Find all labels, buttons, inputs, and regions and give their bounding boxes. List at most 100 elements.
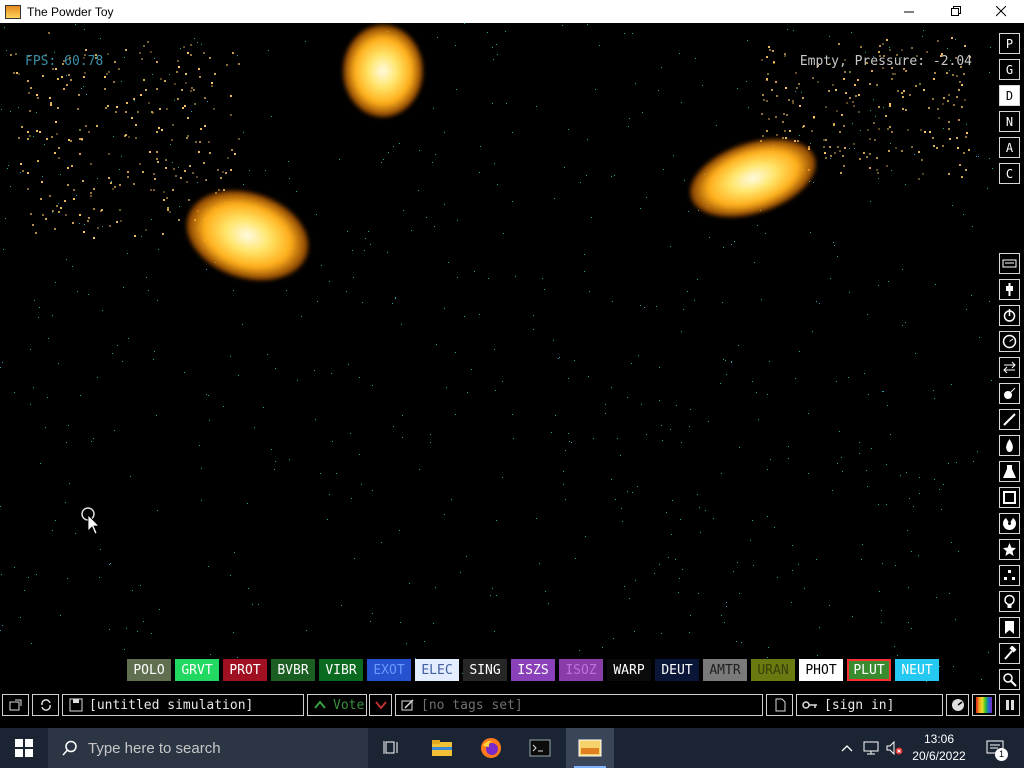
element-palette: POLO GRVT PROT BVBR VIBR EXOT ELEC SING ISZS ISOZ… (127, 659, 939, 683)
element-iszs-button[interactable]: ISZS (511, 659, 555, 681)
powder-toy-taskbar-button[interactable] (566, 728, 614, 768)
element-bvbr-button[interactable]: BVBR (271, 659, 315, 681)
rainbow-icon (976, 697, 992, 713)
pen-tool-button[interactable] (999, 409, 1020, 430)
close-icon (995, 6, 1006, 17)
bulb-tool-button[interactable] (999, 591, 1020, 612)
bottom-bar: [untitled simulation] Vote [no tags set]… (0, 690, 1024, 720)
new-document-icon (775, 698, 785, 712)
element-uran-button[interactable]: URAN (751, 659, 795, 681)
settings-button[interactable] (946, 694, 969, 716)
bookmark-tool-button[interactable] (999, 617, 1020, 638)
tags-text: [no tags set] (421, 697, 523, 713)
pressure-tool-button[interactable] (999, 331, 1020, 352)
hammer-icon (1004, 646, 1017, 660)
window-titlebar: The Powder Toy (0, 0, 1024, 23)
keyboard-tool-button[interactable] (999, 253, 1020, 274)
radiation-tool-button[interactable] (999, 513, 1020, 534)
square-tool-button[interactable] (999, 487, 1020, 508)
gauge-icon (951, 699, 964, 711)
dots-tool-button[interactable] (999, 565, 1020, 586)
brush-cursor-icon (81, 507, 98, 535)
pause-button[interactable] (999, 694, 1020, 716)
file-explorer-button[interactable] (418, 728, 466, 768)
drop-tool-button[interactable] (999, 435, 1020, 456)
hammer-tool-button[interactable] (999, 643, 1020, 664)
star-icon (1003, 543, 1016, 556)
power-icon (1003, 309, 1016, 322)
reload-button[interactable] (32, 694, 59, 716)
flask-tool-button[interactable] (999, 461, 1020, 482)
element-amtr-button[interactable]: AMTR (703, 659, 747, 681)
plug-tool-button[interactable] (999, 279, 1020, 300)
key-icon (802, 701, 817, 709)
element-exot-button[interactable]: EXOT (367, 659, 411, 681)
pressure-icon (1002, 334, 1017, 349)
notification-badge: 1 (995, 748, 1008, 761)
render-mode-p-button[interactable]: P (999, 33, 1020, 54)
save-simulation-button[interactable]: [untitled simulation] (62, 694, 304, 716)
render-mode-c-button[interactable]: C (999, 163, 1020, 184)
app-icon (5, 4, 21, 19)
render-mode-n-button[interactable]: N (999, 111, 1020, 132)
render-mode-g-button[interactable]: G (999, 59, 1020, 80)
element-elec-button[interactable]: ELEC (415, 659, 459, 681)
radiation-icon (1003, 516, 1016, 530)
square-icon (1003, 491, 1016, 504)
element-neut-button[interactable]: NEUT (895, 659, 939, 681)
notifications-button[interactable]: 1 (980, 728, 1010, 768)
tags-button[interactable]: [no tags set] (395, 694, 763, 716)
save-name: [untitled simulation] (89, 697, 254, 713)
element-grvt-button[interactable]: GRVT (175, 659, 219, 681)
element-sing-button[interactable]: SING (463, 659, 507, 681)
color-display-button[interactable] (972, 694, 996, 716)
magnifier-tool-button[interactable] (999, 669, 1020, 690)
reload-icon (40, 699, 51, 711)
tag-icon (401, 699, 414, 711)
element-vibr-button[interactable]: VIBR (319, 659, 363, 681)
vote-down-button[interactable] (369, 694, 392, 716)
task-view-button[interactable] (368, 728, 416, 768)
firefox-button[interactable] (467, 728, 515, 768)
element-isoz-button[interactable]: ISOZ (559, 659, 603, 681)
folder-icon (432, 740, 452, 756)
element-phot-button[interactable]: PHOT (799, 659, 843, 681)
arrows-tool-button[interactable] (999, 357, 1020, 378)
taskbar-search[interactable]: Type here to search (48, 728, 368, 768)
drop-icon (1006, 439, 1013, 452)
minimize-button[interactable] (886, 0, 932, 23)
start-button[interactable] (0, 728, 48, 768)
bulb-icon (1004, 594, 1015, 608)
render-mode-d-button[interactable]: D (999, 85, 1020, 106)
element-plut-button[interactable]: PLUT (847, 659, 891, 681)
star-tool-button[interactable] (999, 539, 1020, 560)
render-mode-a-button[interactable]: A (999, 137, 1020, 158)
open-save-button[interactable] (2, 694, 29, 716)
element-prot-button[interactable]: PROT (223, 659, 267, 681)
explosive-tool-button[interactable] (999, 383, 1020, 404)
window-title: The Powder Toy (27, 4, 114, 19)
pen-icon (1003, 413, 1016, 426)
simulation-canvas[interactable]: FPS: 60.78 Empty, Pressure: -2.04 (0, 23, 998, 687)
network-button[interactable] (860, 728, 882, 768)
element-warp-button[interactable]: WARP (607, 659, 651, 681)
maximize-button[interactable] (932, 0, 978, 23)
terminal-button[interactable] (516, 728, 564, 768)
sign-in-button[interactable]: [sign in] (796, 694, 943, 716)
search-icon (62, 740, 77, 756)
terminal-icon (529, 739, 551, 757)
arrows-icon (1003, 361, 1016, 374)
element-deut-button[interactable]: DEUT (655, 659, 699, 681)
volume-button[interactable] (884, 728, 906, 768)
close-button[interactable] (978, 0, 1024, 23)
taskbar-clock[interactable]: 13:06 20/6/2022 (906, 731, 972, 765)
hover-status: Empty, Pressure: -2.04 (799, 54, 972, 69)
vote-up-button[interactable]: Vote (307, 694, 367, 716)
new-simulation-button[interactable] (766, 694, 793, 716)
task-view-icon (383, 741, 398, 754)
flask-icon (1003, 465, 1016, 478)
element-polo-button[interactable]: POLO (127, 659, 171, 681)
power-tool-button[interactable] (999, 305, 1020, 326)
show-hidden-icons-button[interactable] (838, 728, 856, 768)
pause-icon (1005, 700, 1014, 710)
